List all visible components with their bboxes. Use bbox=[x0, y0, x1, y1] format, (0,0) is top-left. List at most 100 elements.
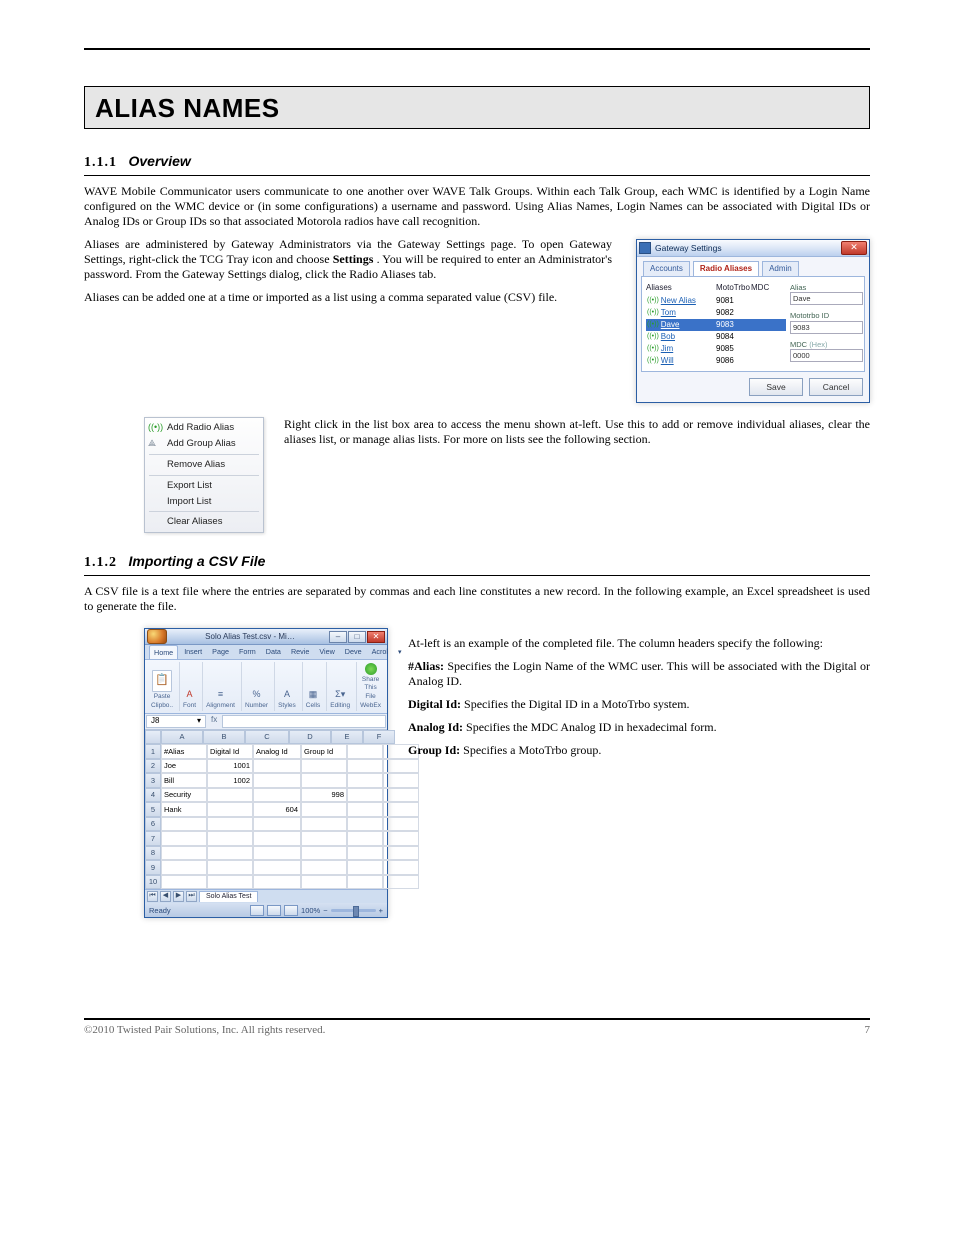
cell[interactable] bbox=[383, 802, 419, 817]
row-header[interactable]: 1 bbox=[145, 744, 161, 759]
cell[interactable] bbox=[347, 831, 383, 846]
cell[interactable]: Digital Id bbox=[207, 744, 253, 759]
mototrbo-id-input[interactable]: 9083 bbox=[790, 321, 863, 334]
formula-input[interactable] bbox=[222, 715, 386, 728]
zoom-slider[interactable] bbox=[331, 909, 376, 912]
tab-more[interactable]: ▾ bbox=[394, 645, 406, 659]
alias-row[interactable]: ((•))New Alias 9081 bbox=[646, 295, 786, 307]
mdc-input[interactable]: 0000 bbox=[790, 349, 863, 362]
close-icon[interactable]: ✕ bbox=[841, 241, 867, 255]
col-header[interactable]: D bbox=[289, 730, 331, 745]
view-normal-icon[interactable] bbox=[250, 905, 264, 916]
col-header[interactable]: B bbox=[203, 730, 245, 745]
view-page-layout-icon[interactable] bbox=[267, 905, 281, 916]
cell[interactable] bbox=[161, 831, 207, 846]
cell[interactable] bbox=[347, 875, 383, 890]
menu-add-group-alias[interactable]: ⟁Add Group Alias bbox=[145, 436, 263, 452]
cell[interactable] bbox=[207, 860, 253, 875]
cell[interactable] bbox=[347, 788, 383, 803]
cell[interactable] bbox=[253, 860, 301, 875]
menu-remove-alias[interactable]: Remove Alias bbox=[145, 457, 263, 473]
cell[interactable] bbox=[207, 802, 253, 817]
percent-icon[interactable]: % bbox=[253, 689, 261, 700]
sheet-last-icon[interactable]: ⏭ bbox=[186, 891, 197, 902]
tab-home[interactable]: Home bbox=[149, 645, 178, 659]
cell[interactable]: Analog Id bbox=[253, 744, 301, 759]
col-header[interactable]: A bbox=[161, 730, 203, 745]
row-header[interactable]: 7 bbox=[145, 831, 161, 846]
tab-radio-aliases[interactable]: Radio Aliases bbox=[693, 261, 759, 276]
cell[interactable] bbox=[301, 831, 347, 846]
cell[interactable] bbox=[207, 831, 253, 846]
maximize-icon[interactable]: □ bbox=[348, 631, 366, 643]
cell[interactable] bbox=[347, 759, 383, 774]
cell[interactable] bbox=[207, 788, 253, 803]
cell[interactable]: 1001 bbox=[207, 759, 253, 774]
cell[interactable] bbox=[383, 773, 419, 788]
row-header[interactable]: 9 bbox=[145, 860, 161, 875]
alias-row[interactable]: ((•))Will 9086 bbox=[646, 355, 786, 367]
cell[interactable]: 1002 bbox=[207, 773, 253, 788]
cell[interactable]: #Alias bbox=[161, 744, 207, 759]
cell[interactable]: 604 bbox=[253, 802, 301, 817]
row-header[interactable]: 3 bbox=[145, 773, 161, 788]
cell[interactable] bbox=[347, 802, 383, 817]
cell[interactable] bbox=[347, 817, 383, 832]
cell[interactable] bbox=[253, 846, 301, 861]
cell[interactable] bbox=[383, 831, 419, 846]
cell[interactable]: 998 bbox=[301, 788, 347, 803]
menu-clear-aliases[interactable]: Clear Aliases bbox=[145, 514, 263, 530]
cell[interactable] bbox=[301, 875, 347, 890]
sheet-prev-icon[interactable]: ◀ bbox=[160, 891, 171, 902]
cell[interactable] bbox=[347, 744, 383, 759]
autosum-icon[interactable]: Σ▾ bbox=[335, 689, 345, 700]
cell[interactable] bbox=[207, 817, 253, 832]
tab-developer[interactable]: Deve bbox=[341, 645, 366, 659]
cell[interactable] bbox=[383, 846, 419, 861]
row-header[interactable]: 8 bbox=[145, 846, 161, 861]
cell[interactable] bbox=[161, 846, 207, 861]
name-box[interactable]: J8▾ bbox=[146, 715, 206, 728]
cell[interactable] bbox=[253, 817, 301, 832]
tab-page[interactable]: Page bbox=[208, 645, 233, 659]
tab-acrobat[interactable]: Acrol bbox=[368, 645, 392, 659]
cell[interactable] bbox=[253, 788, 301, 803]
cell[interactable] bbox=[383, 817, 419, 832]
cell[interactable] bbox=[253, 759, 301, 774]
fx-icon[interactable]: fx bbox=[207, 714, 221, 729]
sheet-tab[interactable]: Solo Alias Test bbox=[199, 891, 258, 902]
row-header[interactable]: 2 bbox=[145, 759, 161, 774]
row-header[interactable]: 6 bbox=[145, 817, 161, 832]
tab-view[interactable]: View bbox=[315, 645, 338, 659]
cell[interactable] bbox=[207, 875, 253, 890]
paste-button[interactable]: 📋 bbox=[152, 670, 172, 692]
cell[interactable] bbox=[383, 788, 419, 803]
cell[interactable] bbox=[301, 773, 347, 788]
alias-row[interactable]: ((•))Tom 9082 bbox=[646, 307, 786, 319]
cancel-button[interactable]: Cancel bbox=[809, 378, 863, 396]
styles-icon[interactable]: A bbox=[284, 689, 290, 700]
cell[interactable]: Group Id bbox=[301, 744, 347, 759]
cell[interactable] bbox=[161, 860, 207, 875]
alignment-icon[interactable]: ≡ bbox=[218, 689, 223, 700]
cell[interactable] bbox=[161, 817, 207, 832]
cell[interactable] bbox=[301, 846, 347, 861]
alias-input[interactable]: Dave bbox=[790, 292, 863, 305]
menu-export-list[interactable]: Export List bbox=[145, 478, 263, 494]
alias-row-selected[interactable]: ((•))Dave 9083 bbox=[646, 319, 786, 331]
cell[interactable]: Hank bbox=[161, 802, 207, 817]
alias-row[interactable]: ((•))Bob 9084 bbox=[646, 331, 786, 343]
share-file-button[interactable] bbox=[365, 663, 377, 675]
col-header[interactable]: C bbox=[245, 730, 289, 745]
cell[interactable]: Security bbox=[161, 788, 207, 803]
cell[interactable] bbox=[207, 846, 253, 861]
cell[interactable] bbox=[301, 860, 347, 875]
cell[interactable] bbox=[301, 759, 347, 774]
tab-review[interactable]: Revie bbox=[287, 645, 313, 659]
sheet-next-icon[interactable]: ▶ bbox=[173, 891, 184, 902]
cell[interactable]: Bill bbox=[161, 773, 207, 788]
col-header[interactable]: F bbox=[363, 730, 395, 745]
select-all-corner[interactable] bbox=[145, 730, 161, 745]
tab-formulas[interactable]: Form bbox=[235, 645, 260, 659]
save-button[interactable]: Save bbox=[749, 378, 803, 396]
